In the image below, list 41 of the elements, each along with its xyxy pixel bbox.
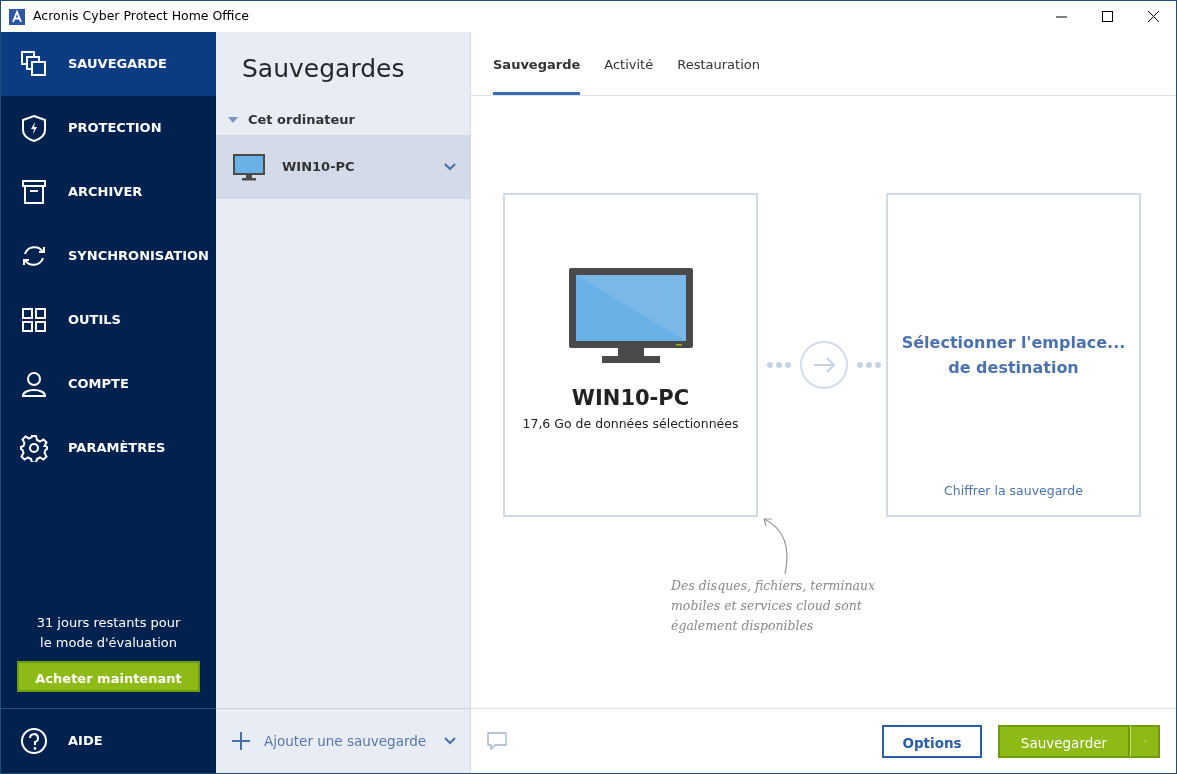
shield-icon [20, 114, 48, 142]
plus-icon [232, 732, 250, 750]
sidebar-item[interactable]: SAUVEGARDE [1, 32, 216, 96]
chevron-down-icon [444, 737, 456, 745]
encrypt-backup-link[interactable]: Chiffrer la sauvegarde [944, 482, 1083, 501]
tab[interactable]: Sauvegarde [493, 54, 581, 95]
sidebar-item[interactable]: PROTECTION [1, 96, 216, 160]
maximize-icon [1101, 11, 1113, 22]
group-header[interactable]: Cet ordinateur [216, 104, 470, 135]
source-card[interactable]: WIN10-PC 17,6 Go de données sélectionnées [503, 193, 758, 517]
expanded-triangle-icon [228, 115, 238, 124]
settings-icon [20, 434, 48, 462]
destination-card[interactable]: Sélectionner l'emplace... de destination Chiffrer la sauvegarde [886, 193, 1141, 517]
help-icon [20, 727, 48, 755]
close-icon [1147, 11, 1159, 22]
tab[interactable]: Restauration [677, 54, 760, 95]
add-backup-button[interactable]: Ajouter une sauvegarde [216, 708, 470, 773]
trial-notice: 31 jours restants pour le mode d'évaluation [35, 614, 182, 652]
chevron-down-icon [444, 163, 456, 171]
panel-title: Sauvegardes [241, 53, 406, 85]
archive-box-icon [20, 178, 48, 206]
user-icon [20, 370, 48, 398]
sidebar-item[interactable]: PARAMÈTRES [1, 416, 216, 480]
source-name: WIN10-PC [571, 385, 690, 412]
destination-label: Sélectionner l'emplace... de destination [901, 332, 1126, 379]
hint-text: Des disques, fichiers, terminaux mobiles et services cloud sont également disponibles [671, 577, 875, 635]
copies-icon [20, 50, 48, 78]
source-details: 17,6 Go de données sélectionnées [522, 414, 739, 433]
sidebar-item[interactable]: ARCHIVER [1, 160, 216, 224]
app-logo-icon [9, 8, 25, 25]
backup-menu-button[interactable] [1130, 724, 1160, 758]
comment-icon[interactable] [487, 732, 507, 750]
sidebar-item[interactable]: COMPTE [1, 352, 216, 416]
monitor-icon [232, 153, 266, 181]
tab[interactable]: Activité [604, 54, 654, 95]
grid-icon [20, 306, 48, 334]
backup-item[interactable]: WIN10-PC [216, 135, 470, 199]
window-title: Acronis Cyber Protect Home Office [33, 7, 249, 26]
sidebar-item[interactable]: OUTILS [1, 288, 216, 352]
options-button[interactable]: Options [882, 724, 982, 758]
sidebar-item[interactable]: SYNCHRONISATION [1, 224, 216, 288]
